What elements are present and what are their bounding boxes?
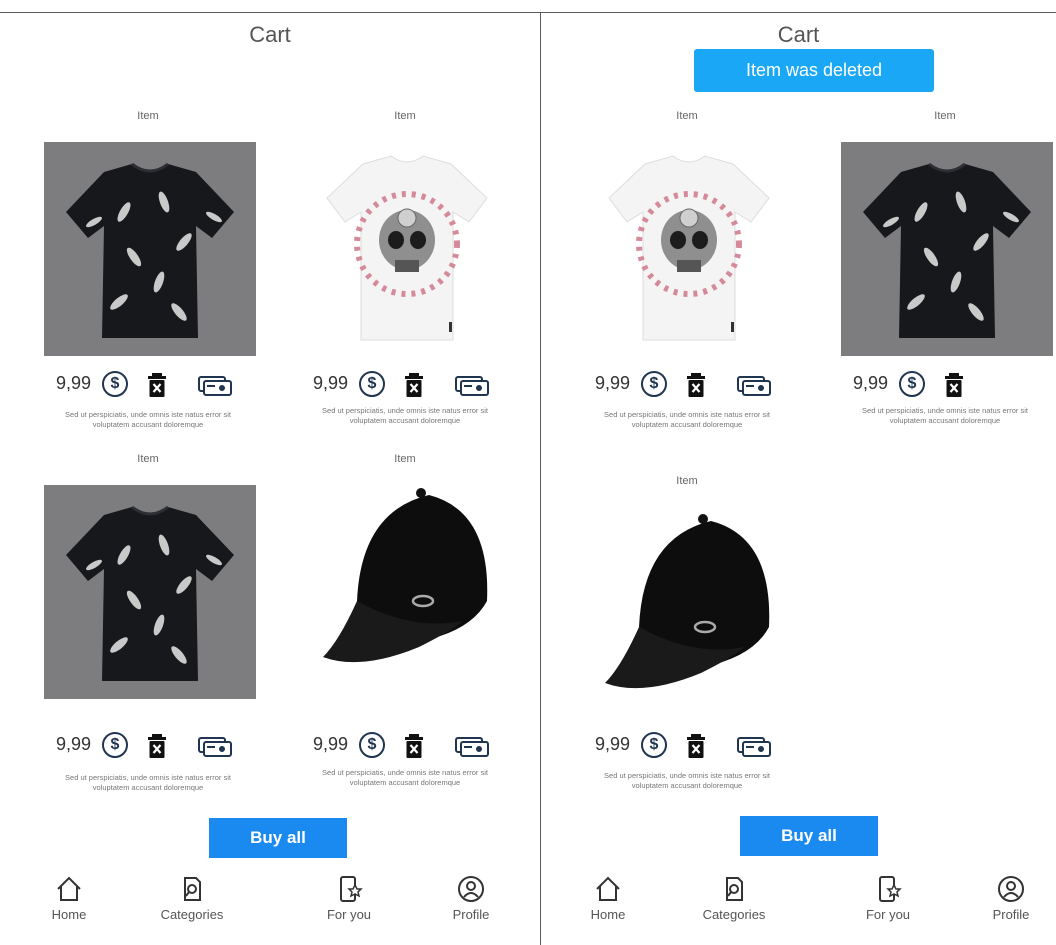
- item-label: Item: [394, 453, 416, 465]
- price-row: 9,99 $: [56, 371, 256, 401]
- nav-profile[interactable]: Profile: [426, 875, 516, 922]
- price: 9,99: [56, 373, 92, 393]
- cart-screen-before: Cart Item 9,99 $ Sed ut perspiciatis, un…: [0, 13, 540, 945]
- item-description: Sed ut perspiciatis, unde omnis iste nat…: [862, 406, 1028, 425]
- profile-icon: [998, 876, 1024, 902]
- money-icon[interactable]: [198, 737, 232, 757]
- nav-label: Home: [590, 907, 626, 922]
- bottom-nav: Home Categories For you Profile: [0, 875, 540, 935]
- price-row: 9,99 $: [595, 732, 795, 762]
- categories-icon: [184, 877, 201, 901]
- product-image-black-tshirt[interactable]: [841, 142, 1053, 356]
- nav-home[interactable]: Home: [563, 875, 653, 922]
- item-label: Item: [934, 110, 956, 122]
- product-image-black-tshirt[interactable]: [44, 142, 256, 356]
- item-description: Sed ut perspiciatis, unde omnis iste nat…: [65, 410, 231, 429]
- item-description: Sed ut perspiciatis, unde omnis iste nat…: [65, 773, 231, 792]
- nav-for-you[interactable]: For you: [843, 875, 933, 922]
- nav-label: Profile: [992, 907, 1030, 922]
- dollar-icon[interactable]: $: [359, 732, 385, 758]
- nav-label: Categories: [160, 907, 224, 922]
- buy-all-button[interactable]: Buy all: [209, 818, 347, 858]
- item-label: Item: [137, 453, 159, 465]
- nav-profile[interactable]: Profile: [966, 875, 1056, 922]
- trash-icon[interactable]: [405, 734, 423, 758]
- product-image-white-tshirt[interactable]: [583, 142, 795, 356]
- money-icon[interactable]: [198, 376, 232, 396]
- cart-screen-after: Cart Item was deleted Item 9,99 $ Sed ut…: [541, 13, 1056, 945]
- trash-icon[interactable]: [148, 734, 166, 758]
- item-description: Sed ut perspiciatis, unde omnis iste nat…: [604, 771, 770, 790]
- item-description: Sed ut perspiciatis, unde omnis iste nat…: [604, 410, 770, 429]
- profile-icon: [458, 876, 484, 902]
- bottom-nav: Home Categories For you Profile: [541, 875, 1056, 935]
- nav-categories[interactable]: Categories: [147, 875, 237, 922]
- nav-label: Profile: [452, 907, 490, 922]
- price: 9,99: [595, 373, 631, 393]
- money-icon[interactable]: [455, 376, 489, 396]
- item-label: Item: [394, 110, 416, 122]
- product-image-black-tshirt[interactable]: [44, 485, 256, 699]
- dollar-icon[interactable]: $: [102, 732, 128, 758]
- nav-label: For you: [865, 907, 911, 922]
- buy-all-button[interactable]: Buy all: [740, 816, 878, 856]
- price-row: 9,99 $: [56, 732, 256, 762]
- nav-home[interactable]: Home: [24, 875, 114, 922]
- trash-icon[interactable]: [405, 373, 423, 397]
- dollar-icon[interactable]: $: [641, 732, 667, 758]
- categories-icon: [726, 877, 743, 901]
- dollar-icon[interactable]: $: [899, 371, 925, 397]
- item-description: Sed ut perspiciatis, unde omnis iste nat…: [322, 406, 488, 425]
- product-image-white-tshirt[interactable]: [301, 142, 513, 356]
- dollar-icon[interactable]: $: [359, 371, 385, 397]
- product-image-black-cap[interactable]: [583, 507, 795, 721]
- nav-categories[interactable]: Categories: [689, 875, 779, 922]
- price: 9,99: [56, 734, 92, 754]
- item-label: Item: [676, 110, 698, 122]
- trash-icon[interactable]: [687, 373, 705, 397]
- price-row: 9,99 $: [313, 732, 513, 762]
- item-label: Item: [676, 475, 698, 487]
- nav-label: Home: [51, 907, 87, 922]
- nav-for-you[interactable]: For you: [304, 875, 394, 922]
- nav-label: For you: [326, 907, 372, 922]
- price-row: 9,99 $: [853, 371, 1053, 401]
- toast-message: Item was deleted: [694, 49, 934, 92]
- money-icon[interactable]: [455, 737, 489, 757]
- item-description: Sed ut perspiciatis, unde omnis iste nat…: [322, 768, 488, 787]
- home-icon: [57, 876, 81, 901]
- dollar-icon[interactable]: $: [641, 371, 667, 397]
- product-image-black-cap[interactable]: [301, 481, 513, 695]
- for-you-icon: [879, 876, 902, 902]
- for-you-icon: [340, 876, 363, 902]
- home-icon: [596, 876, 620, 901]
- price: 9,99: [853, 373, 889, 393]
- item-label: Item: [137, 110, 159, 122]
- trash-icon[interactable]: [687, 734, 705, 758]
- page-title: Cart: [249, 22, 291, 47]
- price: 9,99: [595, 734, 631, 754]
- page-title: Cart: [777, 22, 820, 47]
- price: 9,99: [313, 373, 349, 393]
- money-icon[interactable]: [737, 376, 771, 396]
- money-icon[interactable]: [737, 737, 771, 757]
- trash-icon[interactable]: [148, 373, 166, 397]
- dollar-icon[interactable]: $: [102, 371, 128, 397]
- price-row: 9,99 $: [313, 371, 513, 401]
- trash-icon[interactable]: [945, 373, 963, 397]
- price: 9,99: [313, 734, 349, 754]
- nav-label: Categories: [702, 907, 766, 922]
- price-row: 9,99 $: [595, 371, 795, 401]
